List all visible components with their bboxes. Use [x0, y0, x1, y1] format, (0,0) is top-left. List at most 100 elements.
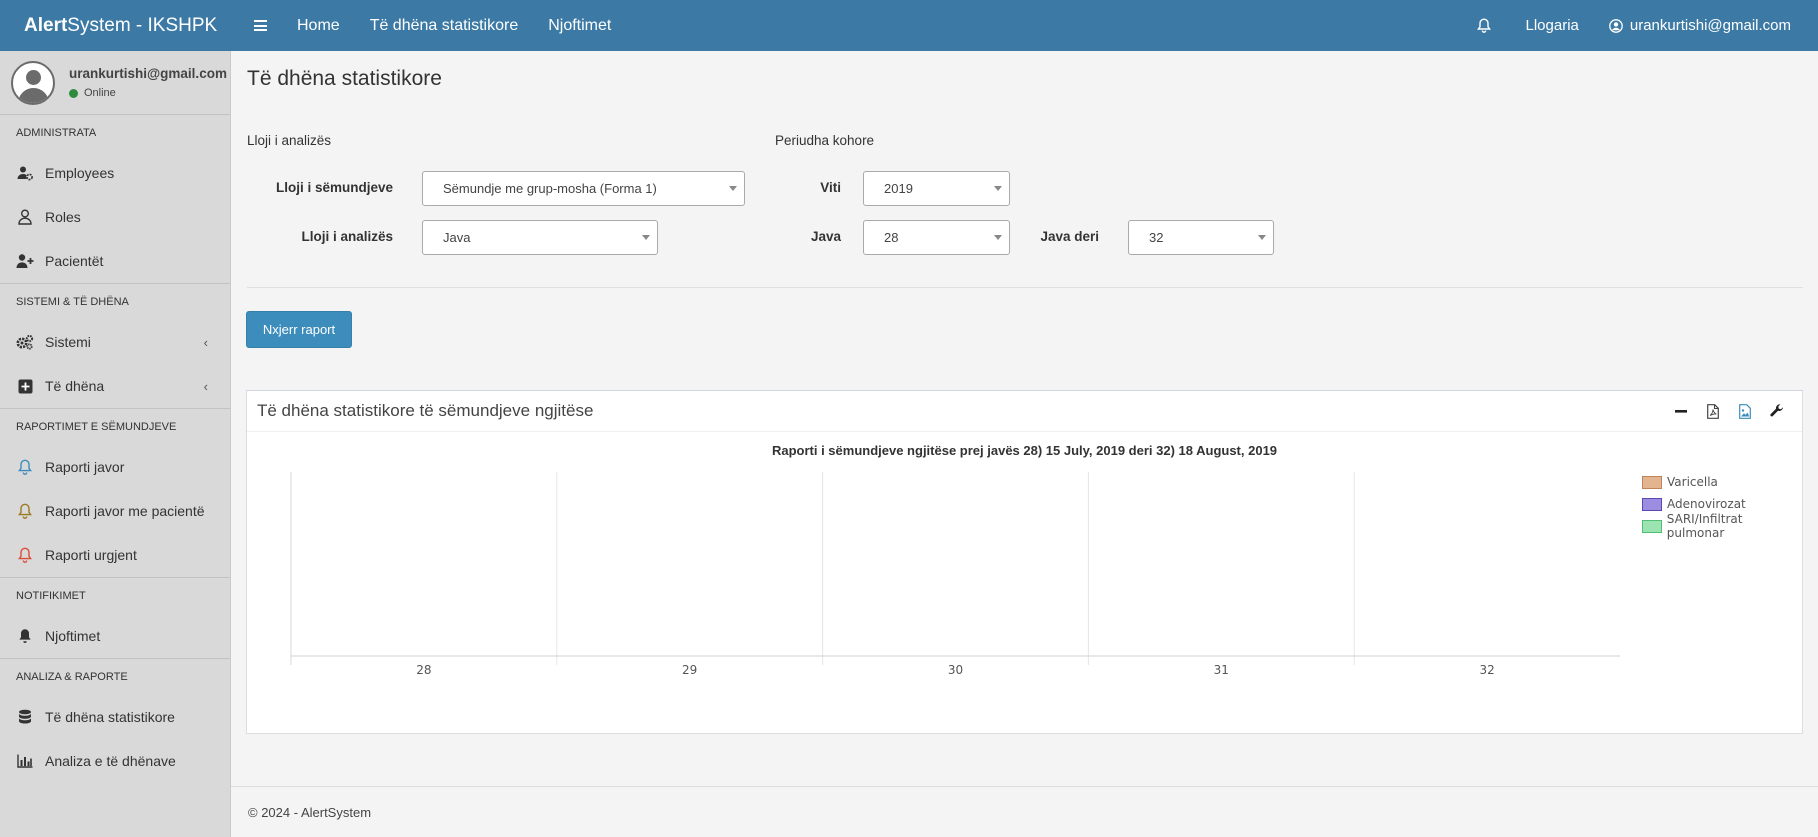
legend-label: SARI/Infiltrat pulmonar	[1666, 512, 1743, 540]
sidebar-item-raporti-javor[interactable]: Raporti javor	[0, 445, 230, 489]
collapse-button[interactable]	[1673, 403, 1689, 419]
sidebar-item-label: Raporti urgjent	[45, 547, 137, 563]
export-image-button[interactable]	[1737, 403, 1753, 419]
account-menu-link[interactable]: Llogaria	[1511, 0, 1594, 51]
sidebar-item-te-dhena[interactable]: Të dhëna ‹	[0, 364, 230, 408]
avatar	[11, 60, 55, 105]
sidebar-header-raportimet: RAPORTIMET E SËMUNDJEVE	[16, 421, 177, 433]
sidebar-toggle-button[interactable]	[238, 0, 282, 51]
chart-box-header: Të dhëna statistikore të sëmundjeve ngji…	[247, 391, 1802, 432]
hamburger-icon	[253, 20, 267, 31]
database-icon	[16, 708, 34, 726]
chart-box-title: Të dhëna statistikore të sëmundjeve ngji…	[257, 401, 594, 420]
chevron-down-icon	[994, 186, 1002, 191]
sidebar-item-label: Të dhëna	[45, 378, 105, 394]
chevron-left-icon: ‹	[203, 379, 208, 394]
legend-item[interactable]: Varicella	[1642, 471, 1802, 493]
nav-home-link[interactable]: Home	[282, 0, 355, 51]
sidebar-item-label: Sistemi	[45, 334, 91, 350]
status-badge: Online	[69, 87, 227, 99]
nav-notifications-link[interactable]: Njoftimet	[533, 0, 626, 51]
sidebar-header-analiza: ANALIZA & RAPORTE	[16, 671, 128, 683]
sidebar-item-label: Pacientët	[45, 253, 104, 269]
chevron-down-icon	[994, 235, 1002, 240]
sidebar-item-pacientet[interactable]: Pacientët	[0, 239, 230, 283]
chevron-down-icon	[642, 235, 650, 240]
sidebar-item-raporti-urgjent[interactable]: Raporti urgjent	[0, 533, 230, 577]
sidebar-item-label: Roles	[45, 209, 81, 225]
user-panel: urankurtishi@gmail.com Online	[0, 51, 230, 115]
sidebar-user-email: urankurtishi@gmail.com	[69, 66, 227, 81]
disease-type-select[interactable]: Sëmundje me grup-mosha (Forma 1)	[422, 171, 745, 206]
user-email: urankurtishi@gmail.com	[1629, 17, 1791, 34]
chevron-down-icon	[1258, 235, 1266, 240]
bell-icon	[16, 458, 34, 476]
chevron-left-icon: ‹	[203, 335, 208, 350]
sidebar-item-employees[interactable]: Employees	[0, 151, 230, 195]
page-title: Të dhëna statistikore	[247, 67, 442, 90]
brand-bold: Alert	[24, 14, 68, 36]
user-circle-icon	[1609, 18, 1623, 33]
wrench-icon	[1770, 404, 1783, 417]
generate-report-button[interactable]: Nxjerr raport	[246, 311, 352, 348]
minus-icon	[1675, 410, 1687, 413]
notifications-bell-button[interactable]	[1457, 0, 1511, 51]
week-from-value: 28	[884, 230, 899, 245]
bell-icon	[16, 502, 34, 520]
bar-chart-icon	[16, 752, 34, 770]
online-dot-icon	[69, 88, 78, 98]
sidebar-item-raporti-javor-me-paciente[interactable]: Raporti javor me pacientë	[0, 489, 230, 533]
brand-logo[interactable]: Alert System - IKSHPK	[0, 0, 230, 51]
week-from-select[interactable]: 28	[863, 220, 1010, 255]
week-to-label: Java deri	[1040, 229, 1099, 244]
week-to-value: 32	[1149, 230, 1164, 245]
sidebar-item-analiza[interactable]: Analiza e të dhënave	[0, 739, 230, 783]
week-to-select[interactable]: 32	[1128, 220, 1274, 255]
legend-swatch	[1642, 519, 1662, 533]
sidebar-header-administrata: ADMINISTRATA	[16, 127, 97, 139]
sidebar-header-notifikimet: NOTIFIKIMET	[16, 590, 86, 602]
sidebar-item-sistemi[interactable]: Sistemi ‹	[0, 320, 230, 364]
divider	[247, 287, 1803, 288]
chevron-down-icon	[729, 186, 737, 191]
chart-box-tools	[1673, 403, 1802, 419]
sidebar-item-label: Raporti javor me pacientë	[45, 503, 205, 519]
user-menu-link[interactable]: urankurtishi@gmail.com	[1594, 0, 1806, 51]
x-tick-label: 29	[682, 663, 697, 677]
sidebar-item-njoftimet[interactable]: Njoftimet	[0, 614, 230, 658]
footer: © 2024 - AlertSystem	[231, 786, 1818, 837]
legend-item[interactable]: SARI/Infiltrat pulmonar	[1642, 512, 1802, 540]
brand-rest: System - IKSHPK	[67, 14, 218, 36]
sidebar-item-roles[interactable]: Roles	[0, 195, 230, 239]
sidebar: urankurtishi@gmail.com Online ADMINISTRA…	[0, 51, 231, 837]
plus-square-icon	[16, 377, 34, 395]
sidebar-item-te-dhena-statistikore[interactable]: Të dhëna statistikore	[0, 695, 230, 739]
disease-type-value: Sëmundje me grup-mosha (Forma 1)	[443, 181, 657, 196]
legend-label: Varicella	[1667, 475, 1718, 489]
x-tick-label: 32	[1479, 663, 1494, 677]
sidebar-item-label: Njoftimet	[45, 628, 101, 644]
year-select[interactable]: 2019	[863, 171, 1010, 206]
sidebar-item-label: Të dhëna statistikore	[45, 709, 175, 725]
sidebar-item-label: Raporti javor	[45, 459, 125, 475]
x-tick-label: 31	[1214, 663, 1229, 677]
analysis-type-select[interactable]: Java	[422, 220, 658, 255]
analysis-type-value: Java	[443, 230, 471, 245]
settings-wrench-button[interactable]	[1769, 403, 1785, 419]
analysis-type-label: Lloji i analizës	[301, 229, 393, 244]
chart-box: Të dhëna statistikore të sëmundjeve ngji…	[246, 390, 1803, 734]
week-label: Java	[810, 229, 841, 244]
bar-chart: 28 29 30 31 32	[290, 472, 1620, 677]
user-icon	[16, 208, 34, 226]
users-cog-icon	[16, 164, 34, 182]
sidebar-item-label: Employees	[45, 165, 115, 181]
sidebar-header-sistemi: SISTEMI & TË DHËNA	[16, 296, 129, 308]
legend-label: Adenovirozat	[1667, 497, 1746, 511]
nav-statistics-link[interactable]: Të dhëna statistikore	[355, 0, 534, 51]
legend-swatch	[1642, 475, 1662, 489]
export-pdf-button[interactable]	[1705, 403, 1721, 419]
cogs-icon	[16, 333, 34, 351]
legend-swatch	[1642, 497, 1662, 511]
top-navbar: Alert System - IKSHPK Home Të dhëna stati…	[0, 0, 1818, 51]
period-group-label: Periudha kohore	[775, 133, 875, 148]
